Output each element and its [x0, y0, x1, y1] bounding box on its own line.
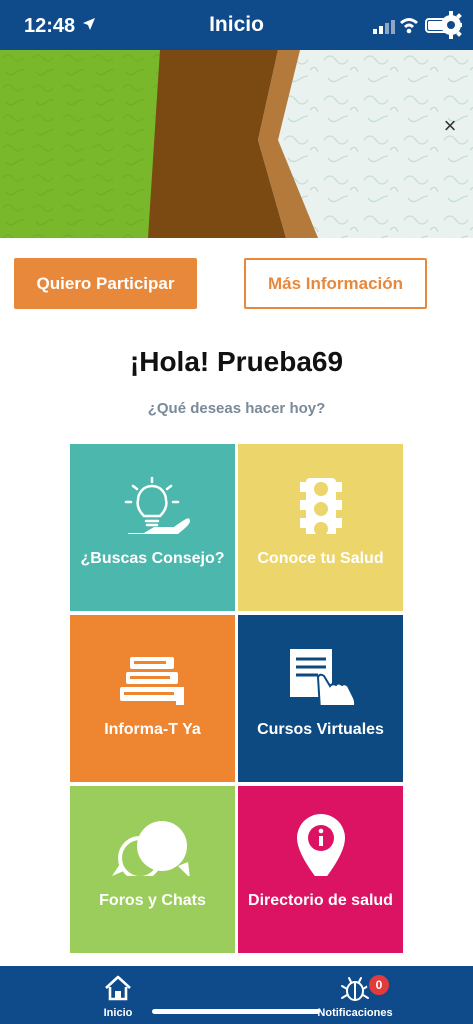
promo-banner: × — [0, 50, 473, 238]
bug-icon — [341, 977, 369, 1001]
bottom-tab-bar: Inicio 0 Notificaciones — [0, 966, 473, 1024]
top-bar: 12:48 Inicio — [0, 0, 473, 50]
mas-informacion-button[interactable]: Más Información — [244, 258, 427, 309]
quiero-participar-button[interactable]: Quiero Participar — [14, 258, 197, 309]
tile-cursos-virtuales[interactable]: Cursos Virtuales — [238, 615, 403, 782]
tile-label: ¿Buscas Consejo? — [80, 550, 225, 567]
tile-buscas-consejo[interactable]: ¿Buscas Consejo? — [70, 444, 235, 611]
books-icon — [120, 657, 184, 705]
tile-conoce-tu-salud[interactable]: Conoce tu Salud — [238, 444, 403, 611]
greeting-title: ¡Hola! Prueba69 — [129, 346, 344, 377]
tile-label: Informa-T Ya — [104, 721, 201, 738]
tile-foros-y-chats[interactable]: Foros y Chats — [70, 786, 235, 953]
notification-badge: 0 — [367, 973, 391, 997]
tile-informa-t-ya[interactable]: Informa-T Ya — [70, 615, 235, 782]
lightbulb-hand-icon — [124, 476, 190, 534]
document-pointer-icon — [290, 649, 357, 705]
tile-label: Conoce tu Salud — [257, 550, 384, 567]
tab-label: Notificaciones — [317, 1007, 393, 1019]
home-indicator — [152, 1009, 320, 1014]
tile-directorio-de-salud[interactable]: Directorio de salud — [238, 786, 403, 953]
close-banner-button[interactable]: × — [436, 114, 464, 138]
tab-inicio[interactable]: Inicio — [90, 966, 146, 1024]
tab-notificaciones[interactable]: 0 Notificaciones — [305, 966, 405, 1024]
chat-bubbles-icon — [112, 821, 190, 876]
greeting-subtitle: ¿Qué deseas hacer hoy? — [147, 400, 326, 417]
wifi-icon — [400, 18, 418, 34]
banner-graphic — [0, 50, 473, 238]
tile-label: Cursos Virtuales — [257, 721, 384, 738]
home-icon — [105, 975, 131, 1001]
tile-label: Foros y Chats — [99, 892, 206, 909]
traffic-light-icon — [300, 478, 342, 534]
signal-icon — [373, 20, 395, 34]
location-pin-icon — [297, 814, 345, 876]
settings-gear-icon[interactable] — [424, 8, 462, 44]
tile-label: Directorio de salud — [248, 892, 393, 909]
tab-label: Inicio — [103, 1007, 133, 1019]
